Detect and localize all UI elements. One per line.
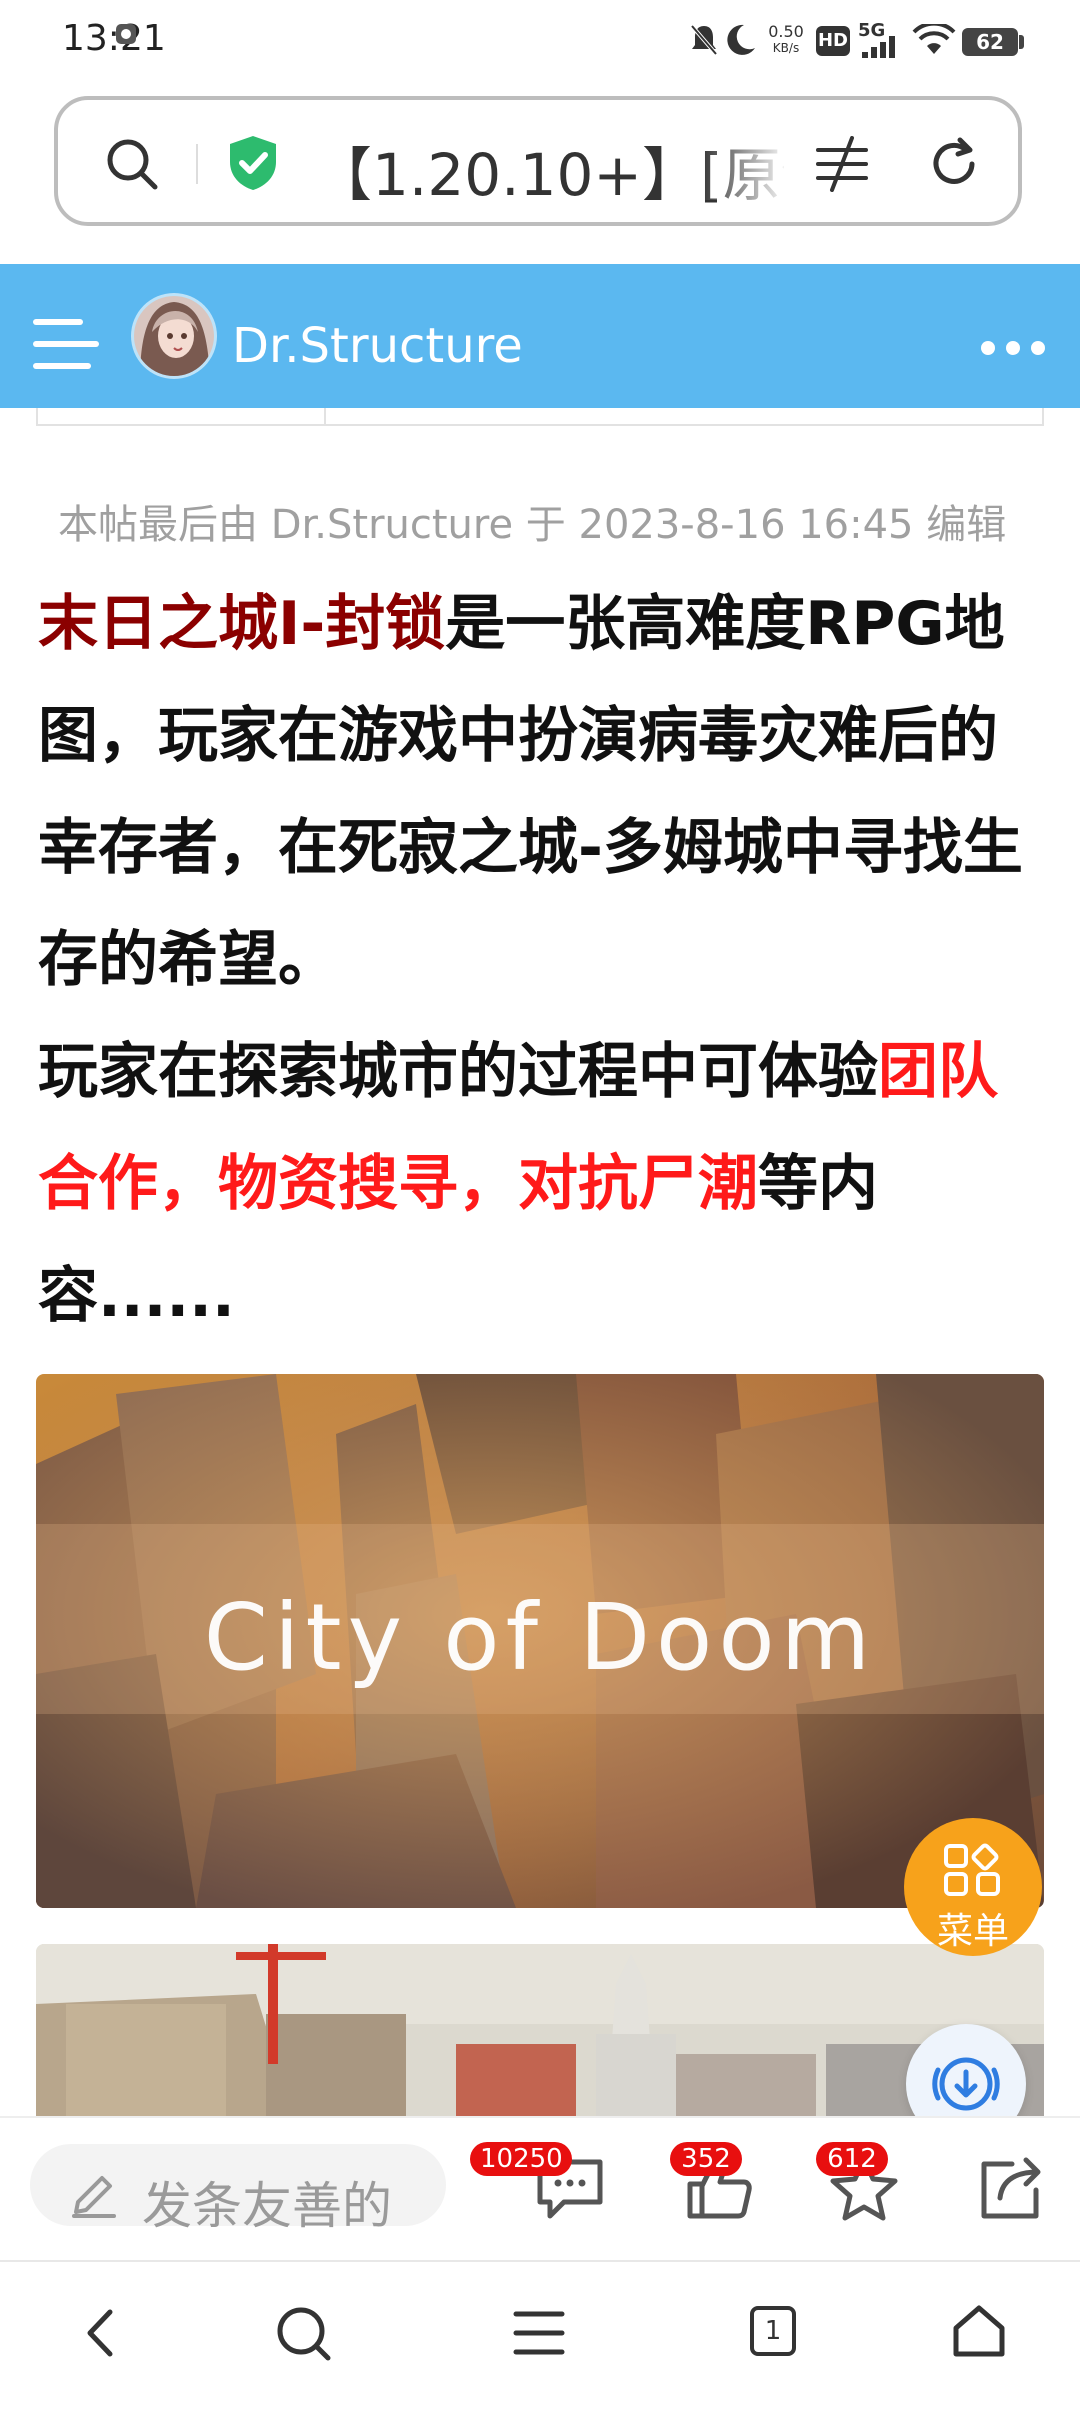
url-divider bbox=[196, 144, 198, 184]
wifi-icon bbox=[912, 24, 956, 54]
do-not-disturb-moon-icon bbox=[727, 24, 755, 55]
post-paragraph-2: 玩家在探索城市的过程中可体验团队合作，物资搜寻，对抗尸潮等内容...... bbox=[38, 1016, 1048, 1352]
favorite-count-badge: 612 bbox=[816, 2142, 888, 2176]
reader-mode-icon[interactable] bbox=[812, 136, 872, 192]
comment-count-badge: 10250 bbox=[470, 2142, 572, 2176]
post-paragraph-1: 末日之城I-封锁是一张高难度RPG地图，玩家在游戏中扮演病毒灾难后的幸存者，在死… bbox=[38, 568, 1048, 1016]
author-name[interactable]: Dr.Structure bbox=[232, 318, 523, 374]
pencil-icon bbox=[72, 2176, 116, 2218]
battery-indicator: 62 bbox=[962, 28, 1018, 56]
signal-icon bbox=[862, 36, 895, 58]
avatar[interactable] bbox=[130, 292, 218, 380]
table-border-right bbox=[1042, 408, 1044, 426]
net-speed-value: 0.50 bbox=[768, 22, 804, 41]
table-border-bottom bbox=[36, 424, 1044, 426]
back-icon[interactable] bbox=[80, 2306, 124, 2360]
grid-menu-icon[interactable] bbox=[942, 1842, 1004, 1898]
hd-badge: HD bbox=[816, 26, 850, 56]
tabs-button[interactable]: 1 bbox=[750, 2306, 796, 2356]
share-icon[interactable] bbox=[976, 2156, 1046, 2222]
like-count-badge: 352 bbox=[670, 2142, 742, 2176]
map-title[interactable]: 末日之城I-封锁 bbox=[38, 589, 445, 659]
city-preview-image[interactable] bbox=[36, 1944, 1044, 2124]
search-icon[interactable] bbox=[104, 136, 160, 192]
mute-icon bbox=[690, 24, 718, 56]
url-fade bbox=[700, 120, 790, 200]
comment-placeholder[interactable]: 发条友善的 bbox=[142, 2166, 392, 2238]
security-shield-icon bbox=[230, 136, 276, 190]
battery-tip bbox=[1019, 35, 1024, 49]
menu-list-icon[interactable] bbox=[512, 2308, 566, 2358]
search-nav-icon[interactable] bbox=[274, 2304, 334, 2364]
more-options-icon[interactable] bbox=[978, 336, 1048, 360]
banner-title: City of Doom bbox=[203, 1584, 877, 1691]
download-icon[interactable] bbox=[926, 2044, 1006, 2124]
post-paragraph-2-start: 玩家在探索城市的过程中可体验 bbox=[38, 1037, 878, 1107]
net-speed: 0.50 KB/s bbox=[766, 24, 806, 56]
menu-float-label[interactable]: 菜单 bbox=[904, 1902, 1042, 1954]
home-icon[interactable] bbox=[950, 2302, 1008, 2360]
menu-hamburger-icon[interactable] bbox=[32, 316, 100, 372]
app-notification-icon bbox=[116, 24, 136, 44]
edit-note: 本帖最后由 Dr.Structure 于 2023-8-16 16:45 编辑 bbox=[58, 502, 1007, 548]
refresh-icon[interactable] bbox=[924, 134, 984, 194]
net-speed-unit: KB/s bbox=[772, 41, 800, 55]
table-border-mid bbox=[324, 408, 326, 426]
